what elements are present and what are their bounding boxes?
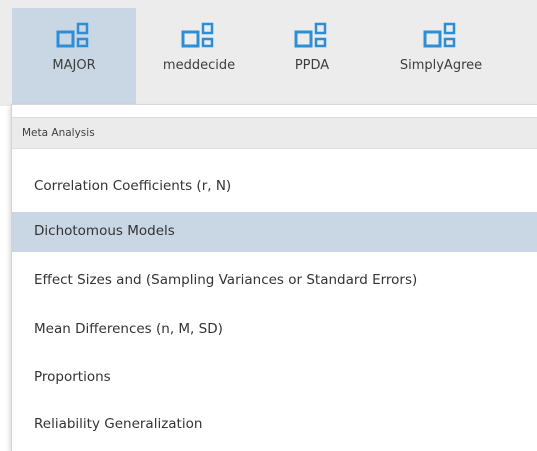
analysis-dropdown-menu: Meta Analysis Correlation Coefficients (… xyxy=(11,104,537,451)
menu-section-title: Meta Analysis xyxy=(22,127,95,139)
module-button-simplyagree[interactable]: SimplyAgree xyxy=(382,8,500,104)
menu-item-label: Effect Sizes and (Sampling Variances or … xyxy=(34,272,418,288)
menu-item-correlation-coefficients[interactable]: Correlation Coefficients (r, N) xyxy=(12,167,537,207)
menu-item-dichotomous-models[interactable]: Dichotomous Models xyxy=(12,212,537,252)
menu-item-mean-differences[interactable]: Mean Differences (n, M, SD) xyxy=(12,310,537,350)
module-icon xyxy=(56,22,89,48)
module-icon xyxy=(294,22,327,48)
module-label: SimplyAgree xyxy=(399,58,483,73)
module-label: PPDA xyxy=(294,58,330,73)
module-icon xyxy=(181,22,214,48)
menu-item-label: Correlation Coefficients (r, N) xyxy=(34,178,232,194)
menu-item-proportions[interactable]: Proportions xyxy=(12,358,537,398)
module-label: MAJOR xyxy=(52,58,96,73)
menu-section-header: Meta Analysis xyxy=(12,117,537,149)
module-icon xyxy=(423,22,456,48)
module-button-meddecide[interactable]: meddecide xyxy=(144,8,254,104)
menu-item-label: Mean Differences (n, M, SD) xyxy=(34,321,223,337)
module-label: meddecide xyxy=(162,58,236,73)
module-button-ppda[interactable]: PPDA xyxy=(266,8,358,104)
menu-item-effect-sizes[interactable]: Effect Sizes and (Sampling Variances or … xyxy=(12,261,537,301)
menu-item-label: Reliability Generalization xyxy=(34,416,203,432)
menu-item-label: Proportions xyxy=(34,369,111,385)
module-ribbon: MAJOR meddecide PPDA SimplyAgree xyxy=(0,0,537,106)
menu-item-reliability-generalization[interactable]: Reliability Generalization xyxy=(12,405,537,445)
menu-item-label: Dichotomous Models xyxy=(34,223,175,239)
module-button-major[interactable]: MAJOR xyxy=(12,8,136,104)
